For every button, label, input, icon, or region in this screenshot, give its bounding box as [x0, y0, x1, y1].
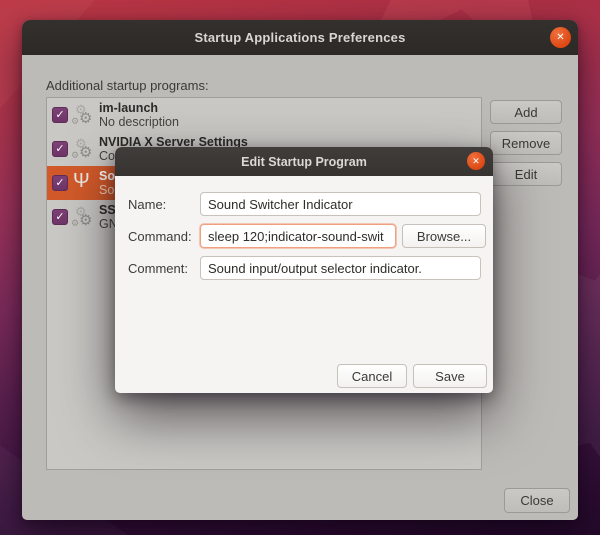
enabled-checkbox[interactable]: ✓	[52, 107, 68, 123]
browse-button[interactable]: Browse...	[402, 224, 486, 248]
comment-input[interactable]	[200, 256, 481, 280]
dialog-titlebar[interactable]: Edit Startup Program ✕	[115, 147, 493, 176]
command-label: Command:	[128, 229, 192, 244]
sound-switcher-icon: Ψ	[73, 170, 90, 192]
close-icon: ✕	[472, 155, 480, 166]
comment-label: Comment:	[128, 261, 188, 276]
save-button[interactable]: Save	[413, 364, 487, 388]
check-icon: ✓	[55, 142, 65, 155]
item-title: im-launch	[99, 101, 159, 115]
enabled-checkbox[interactable]: ✓	[52, 175, 68, 191]
gears-icon: ⚙ ⚙ ⚙	[71, 204, 93, 229]
window-close-button[interactable]: ✕	[550, 27, 571, 48]
window-title: Startup Applications Preferences	[194, 30, 406, 45]
cancel-button[interactable]: Cancel	[337, 364, 407, 388]
check-icon: ✓	[55, 210, 65, 223]
list-item-im-launch[interactable]: ✓ ⚙ ⚙ ⚙ im-launch No description	[47, 98, 481, 132]
check-icon: ✓	[55, 108, 65, 121]
additional-programs-label: Additional startup programs:	[46, 78, 209, 93]
close-window-button[interactable]: Close	[504, 488, 570, 513]
item-subtitle: No description	[99, 115, 179, 129]
close-icon: ✕	[556, 32, 565, 43]
check-icon: ✓	[55, 176, 65, 189]
edit-startup-program-dialog: Edit Startup Program ✕ Name: Command: Br…	[115, 147, 493, 393]
edit-button[interactable]: Edit	[490, 162, 562, 186]
enabled-checkbox[interactable]: ✓	[52, 209, 68, 225]
command-input[interactable]	[200, 224, 396, 248]
remove-button[interactable]: Remove	[490, 131, 562, 155]
gears-icon: ⚙ ⚙ ⚙	[71, 136, 93, 161]
window-titlebar[interactable]: Startup Applications Preferences ✕	[22, 20, 578, 55]
enabled-checkbox[interactable]: ✓	[52, 141, 68, 157]
name-input[interactable]	[200, 192, 481, 216]
gears-icon: ⚙ ⚙ ⚙	[71, 102, 93, 127]
name-label: Name:	[128, 197, 167, 212]
add-button[interactable]: Add	[490, 100, 562, 124]
dialog-close-button[interactable]: ✕	[467, 152, 485, 170]
dialog-title: Edit Startup Program	[241, 154, 367, 169]
